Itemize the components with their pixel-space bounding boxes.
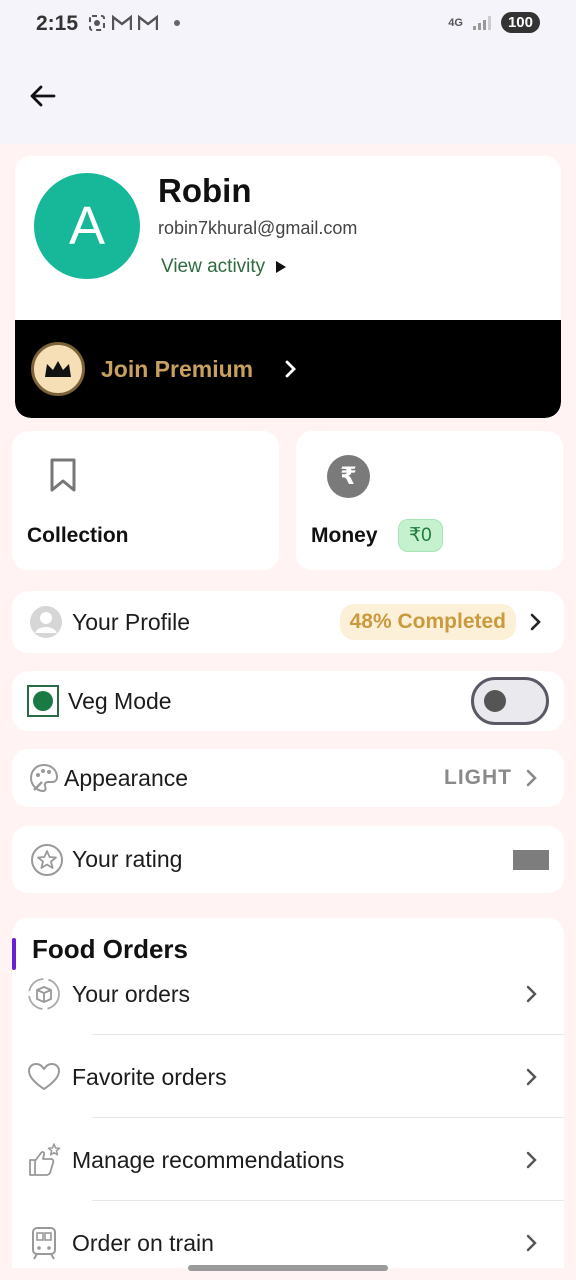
your-profile-row[interactable]: Your Profile 48% Completed — [12, 591, 564, 653]
chevron-right-icon — [526, 1151, 538, 1169]
avatar[interactable]: A — [34, 173, 140, 279]
gmail-icon — [138, 15, 158, 30]
money-tile[interactable]: ₹ Money ₹0 — [296, 431, 563, 570]
food-orders-section: Food Orders Your orders Favorite orders — [12, 918, 564, 1268]
chevron-right-icon — [526, 985, 538, 1003]
food-orders-title: Food Orders — [32, 934, 189, 964]
view-activity-link[interactable]: View activity — [161, 256, 287, 278]
order-on-train-label: Order on train — [72, 1229, 214, 1256]
bookmark-icon — [48, 457, 78, 498]
appearance-value: LIGHT — [444, 766, 512, 789]
status-time: 2:15 — [36, 12, 79, 35]
collection-label: Collection — [27, 524, 129, 547]
appearance-row[interactable]: Appearance LIGHT — [12, 749, 564, 807]
appearance-label: Appearance — [64, 764, 189, 791]
network-type: 4G — [448, 16, 463, 29]
favorite-orders-row[interactable]: Favorite orders — [26, 1047, 564, 1107]
user-email: robin7khural@gmail.com — [158, 218, 358, 238]
heart-icon — [26, 1059, 62, 1095]
profile-card: A Robin robin7khural@gmail.com View acti… — [15, 156, 561, 418]
box-icon — [26, 976, 62, 1012]
money-balance-badge: ₹0 — [398, 519, 443, 552]
gmail-icon — [112, 15, 132, 30]
veg-mode-toggle[interactable] — [471, 677, 549, 725]
your-orders-row[interactable]: Your orders — [26, 964, 564, 1024]
join-premium-banner[interactable]: Join Premium — [15, 320, 561, 418]
your-orders-label: Your orders — [72, 980, 191, 1007]
manage-recommendations-label: Manage recommendations — [72, 1146, 345, 1173]
your-rating-row[interactable]: Your rating — [12, 826, 564, 893]
crown-icon — [31, 342, 85, 396]
rupee-icon: ₹ — [327, 455, 370, 498]
rating-badge — [513, 849, 549, 870]
status-system-icons: 4G 100 — [448, 12, 540, 33]
thumbs-up-icon — [26, 1142, 62, 1178]
section-accent-bar — [12, 938, 16, 970]
veg-icon — [27, 685, 59, 717]
user-circle-icon — [28, 604, 64, 640]
view-activity-label: View activity — [161, 256, 266, 277]
train-icon — [26, 1225, 62, 1261]
star-circle-icon — [29, 842, 65, 878]
your-profile-label: Your Profile — [72, 608, 191, 635]
status-notification-icons — [88, 14, 180, 32]
manage-recommendations-row[interactable]: Manage recommendations — [26, 1130, 564, 1190]
order-on-train-row[interactable]: Order on train — [26, 1213, 564, 1273]
money-label: Money — [311, 524, 378, 547]
your-rating-label: Your rating — [72, 846, 183, 872]
battery-indicator: 100 — [500, 12, 540, 33]
veg-mode-row: Veg Mode — [12, 671, 564, 731]
collection-tile[interactable]: Collection — [12, 431, 279, 570]
divider — [92, 1034, 564, 1035]
back-arrow-icon — [30, 85, 56, 107]
toggle-knob — [484, 690, 506, 712]
palette-icon — [26, 760, 62, 796]
chevron-right-icon — [526, 1234, 538, 1252]
back-button[interactable] — [24, 78, 60, 114]
chevron-right-icon — [526, 1068, 538, 1086]
chevron-right-icon — [285, 360, 297, 378]
home-indicator[interactable] — [188, 1265, 388, 1271]
more-notifications-dot — [174, 20, 180, 26]
top-header: 2:15 4G 100 — [0, 0, 576, 144]
chevron-right-icon — [530, 613, 542, 631]
veg-mode-label: Veg Mode — [68, 687, 172, 714]
play-arrow-icon — [276, 261, 287, 273]
join-premium-label: Join Premium — [101, 355, 254, 382]
profile-completion-badge: 48% Completed — [339, 604, 516, 640]
user-name: Robin — [158, 172, 252, 209]
chevron-right-icon — [526, 769, 538, 787]
signal-icon — [472, 15, 491, 30]
favorite-orders-label: Favorite orders — [72, 1063, 227, 1090]
screenshot-icon — [89, 15, 105, 31]
divider — [92, 1200, 564, 1201]
divider — [92, 1117, 564, 1118]
